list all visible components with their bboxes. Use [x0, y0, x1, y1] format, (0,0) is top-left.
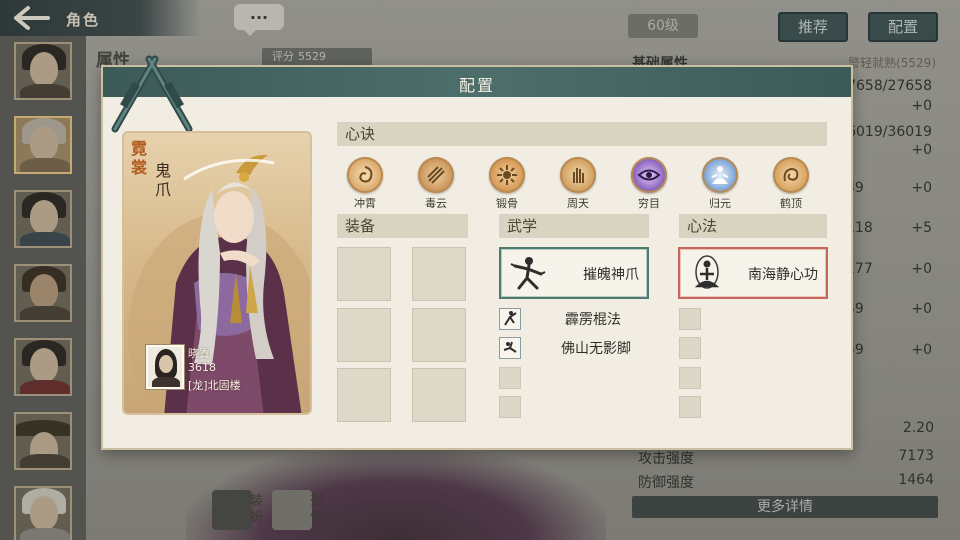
empty-mind-method-slot[interactable]	[679, 308, 701, 330]
fighter-stance-icon	[510, 257, 546, 290]
config-modal: 配置 霓裳 鬼爪 晓寘 3618 [龙]北固楼 心诀 冲霄 毒云 锻骨 周天 穷…	[101, 55, 853, 450]
equipment-slot[interactable]	[337, 368, 391, 422]
meditate-icon	[702, 157, 738, 193]
main-mind-method-name: 南海静心功	[748, 267, 818, 283]
meditating-figure-icon	[694, 255, 720, 289]
equipment-section-header: 装备	[337, 214, 468, 238]
skill-chongxiao[interactable]: 冲霄	[340, 157, 390, 211]
player-id: 3618	[188, 361, 216, 374]
main-martial-art-name: 摧魄神爪	[583, 267, 639, 283]
skill-guiyuan[interactable]: 归元	[695, 157, 745, 211]
player-name: 晓寘	[188, 347, 210, 360]
burst-icon	[489, 157, 525, 193]
player-avatar[interactable]	[146, 345, 184, 389]
skill-zhoutian[interactable]: 周天	[553, 157, 603, 211]
secondary-martial-art-name: 佛山无影脚	[561, 341, 631, 357]
martial-arts-section-header: 武学	[499, 214, 649, 238]
player-guild: [龙]北固楼	[188, 379, 241, 392]
equipment-slot[interactable]	[412, 308, 466, 362]
equipment-slot[interactable]	[412, 368, 466, 422]
modal-title: 配置	[458, 76, 495, 95]
empty-mind-method-slot[interactable]	[679, 396, 701, 418]
skill-duangu[interactable]: 锻骨	[482, 157, 532, 211]
character-portrait-card: 霓裳 鬼爪 晓寘 3618 [龙]北固楼	[122, 131, 312, 415]
claw-icon	[418, 157, 454, 193]
equipment-slot[interactable]	[337, 247, 391, 301]
main-martial-art-card[interactable]: 摧魄神爪	[499, 247, 649, 299]
empty-martial-art-slot[interactable]	[499, 396, 521, 418]
main-mind-method-card[interactable]: 南海静心功	[678, 247, 828, 299]
equipment-slot[interactable]	[337, 308, 391, 362]
skill-name: 穷目	[638, 197, 660, 210]
skill-name: 毒云	[425, 197, 447, 210]
skill-name: 锻骨	[496, 197, 518, 210]
empty-mind-method-slot[interactable]	[679, 337, 701, 359]
palm-icon	[560, 157, 596, 193]
character-name-tag: 鬼爪	[154, 161, 171, 199]
skill-name: 冲霄	[354, 197, 376, 210]
modal-header: 配置	[103, 67, 851, 97]
empty-martial-art-slot[interactable]	[499, 367, 521, 389]
skill-duyun[interactable]: 毒云	[411, 157, 461, 211]
character-title-tag: 霓裳	[130, 139, 147, 177]
mind-method-section-header: 心法	[679, 214, 827, 238]
kick-icon	[499, 337, 521, 359]
equipment-slot[interactable]	[412, 247, 466, 301]
empty-mind-method-slot[interactable]	[679, 367, 701, 389]
xinjue-section-header: 心诀	[337, 122, 827, 146]
skill-qiongmu[interactable]: 穷目	[624, 157, 674, 211]
secondary-martial-art-name: 霹雳棍法	[565, 312, 621, 328]
skill-name: 周天	[567, 197, 589, 210]
swirl-icon	[347, 157, 383, 193]
skill-heding[interactable]: 鹤顶	[766, 157, 816, 211]
skill-name: 归元	[709, 197, 731, 210]
crane-icon	[773, 157, 809, 193]
kick-icon	[499, 308, 521, 330]
crossed-swords-icon	[111, 55, 193, 133]
eye-icon	[631, 157, 667, 193]
skill-name: 鹤顶	[780, 197, 802, 210]
